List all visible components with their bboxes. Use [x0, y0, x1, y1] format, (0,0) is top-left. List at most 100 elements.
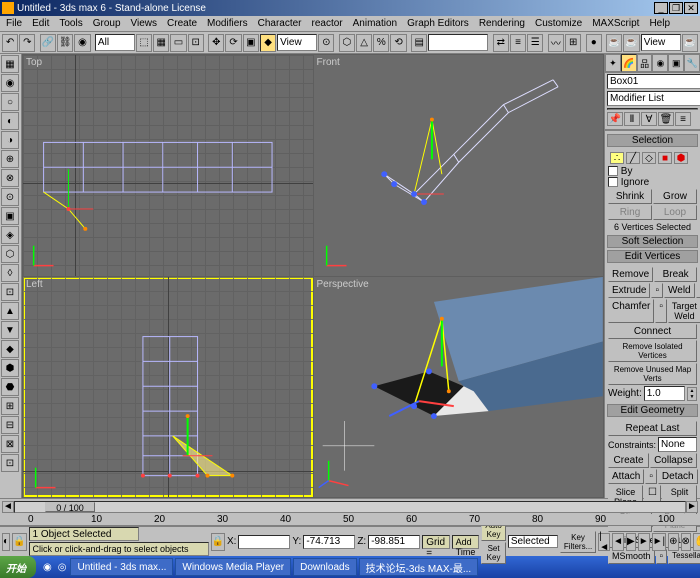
reactor-tool-22[interactable]: ⊡ [1, 454, 19, 472]
remove-isolated-button[interactable]: Remove Isolated Vertices [608, 340, 697, 362]
align-button[interactable]: ≡ [510, 34, 526, 52]
menu-grapheditors[interactable]: Graph Editors [403, 18, 473, 29]
center-button[interactable]: ⊙ [318, 34, 334, 52]
render-scene-button[interactable]: ☕ [606, 34, 622, 52]
menu-help[interactable]: Help [645, 18, 674, 29]
lock-icon[interactable]: 🔒 [211, 533, 225, 551]
menu-modifiers[interactable]: Modifiers [203, 18, 252, 29]
layers-button[interactable]: ☰ [527, 34, 543, 52]
viewport-top[interactable]: Top [23, 55, 313, 276]
reactor-tool-8[interactable]: ⊙ [1, 188, 19, 206]
reactor-tool-11[interactable]: ⬡ [1, 245, 19, 263]
create-button[interactable]: Create [608, 453, 649, 468]
menu-views[interactable]: Views [127, 18, 162, 29]
select-name-button[interactable]: ▦ [153, 34, 169, 52]
reactor-tool-1[interactable]: ▦ [1, 55, 19, 73]
named-selection-set[interactable] [428, 34, 488, 51]
repeat-last-button[interactable]: Repeat Last [608, 421, 697, 436]
coord-z-input[interactable] [368, 535, 420, 549]
tab-display[interactable]: ▣ [668, 54, 684, 72]
reactor-tool-5[interactable]: ◑ [1, 131, 19, 149]
quick-render-button[interactable]: ☕ [623, 34, 639, 52]
weight-spinner[interactable] [644, 386, 685, 401]
shrink-button[interactable]: Shrink [608, 189, 652, 204]
menu-edit[interactable]: Edit [28, 18, 53, 29]
weld-button[interactable]: Weld [664, 283, 695, 298]
time-slider[interactable]: ◄ 0 / 100 ► [0, 498, 700, 514]
chamfer-button[interactable]: Chamfer [608, 299, 654, 323]
menu-rendering[interactable]: Rendering [475, 18, 529, 29]
reactor-tool-20[interactable]: ⊟ [1, 416, 19, 434]
curve-editor-button[interactable]: 〰 [548, 34, 564, 52]
ignore-backfacing-checkbox[interactable] [608, 177, 618, 187]
extrude-settings-button[interactable]: ▫ [651, 283, 663, 298]
reactor-tool-2[interactable]: ◉ [1, 74, 19, 92]
maxscript-listener-button[interactable]: ◐ [2, 533, 10, 551]
lock-selection-button[interactable]: 🔒 [12, 533, 26, 551]
reactor-tool-16[interactable]: ◆ [1, 340, 19, 358]
select-region-button[interactable]: ▭ [170, 34, 186, 52]
taskbar-item-forum[interactable]: 技术论坛-3ds MAX-最... [359, 558, 479, 576]
menu-tools[interactable]: Tools [55, 18, 86, 29]
time-next-button[interactable]: ► [686, 501, 698, 513]
modifier-stack[interactable]: Editable Poly Vertex Edge Border Polygon… [607, 108, 698, 110]
render-button[interactable]: ☕ [682, 34, 698, 52]
close-button[interactable]: ✕ [684, 2, 698, 14]
named-sets-button[interactable]: ▤ [411, 34, 427, 52]
tab-motion[interactable]: ◉ [652, 54, 668, 72]
viewport-left[interactable]: Left [23, 277, 313, 498]
rollout-soft-selection[interactable]: Soft Selection [607, 235, 698, 248]
add-time-tag[interactable]: Add Time Tag [452, 535, 480, 549]
reactor-tool-3[interactable]: ○ [1, 93, 19, 111]
percent-snap-button[interactable]: % [373, 34, 389, 52]
reactor-tool-15[interactable]: ▼ [1, 321, 19, 339]
pin-stack-button[interactable]: 📌 [607, 112, 623, 126]
start-button[interactable]: 开始 [0, 556, 36, 578]
tab-hierarchy[interactable]: 品 [637, 54, 653, 72]
tab-modify[interactable]: 🌈 [621, 54, 637, 72]
rollout-edit-geometry[interactable]: Edit Geometry [607, 404, 698, 417]
unique-button[interactable]: ∀ [641, 112, 657, 126]
manipulate-button[interactable]: ◆ [260, 34, 276, 52]
scale-button[interactable]: ▣ [243, 34, 259, 52]
rotate-button[interactable]: ⟳ [225, 34, 241, 52]
angle-snap-button[interactable]: △ [356, 34, 372, 52]
reactor-tool-6[interactable]: ⊕ [1, 150, 19, 168]
reactor-tool-10[interactable]: ◈ [1, 226, 19, 244]
maximize-button[interactable]: ❐ [669, 2, 683, 14]
viewport-nav-1[interactable]: ⊕ [668, 533, 678, 551]
subobj-element-icon[interactable]: ⬢ [674, 152, 688, 164]
key-filters-button[interactable]: Key Filters... [560, 531, 596, 553]
mirror-button[interactable]: ⇄ [493, 34, 509, 52]
attach-button[interactable]: Attach [608, 469, 644, 484]
selection-filter[interactable] [95, 34, 135, 51]
reactor-tool-17[interactable]: ⬢ [1, 359, 19, 377]
material-editor-button[interactable]: ● [586, 34, 602, 52]
reactor-tool-7[interactable]: ⊗ [1, 169, 19, 187]
select-button[interactable]: ⬚ [136, 34, 152, 52]
msmooth-settings-button[interactable]: ▫ [656, 549, 668, 564]
quick-launch-icon[interactable]: ◎ [55, 562, 70, 573]
render-preset[interactable] [641, 34, 681, 51]
detach-button[interactable]: Detach [658, 469, 698, 484]
rollout-edit-vertices[interactable]: Edit Vertices [607, 250, 698, 263]
viewport-nav-3[interactable]: ✋ [693, 533, 700, 551]
constraints-dropdown[interactable] [658, 437, 697, 452]
collapse-button[interactable]: Collapse [650, 453, 697, 468]
move-button[interactable]: ✥ [208, 34, 224, 52]
minimize-button[interactable]: _ [654, 2, 668, 14]
weld-settings-button[interactable]: ▫ [696, 283, 700, 298]
play-next-button[interactable]: ► [638, 533, 650, 551]
play-start-button[interactable]: |◄ [598, 533, 610, 551]
configure-button[interactable]: ≡ [675, 112, 691, 126]
play-button[interactable]: ▶ [626, 533, 636, 551]
extrude-button[interactable]: Extrude [608, 283, 650, 298]
object-name-field[interactable] [607, 74, 700, 89]
reactor-tool-18[interactable]: ⬣ [1, 378, 19, 396]
subobj-vertex-icon[interactable]: ∴ [610, 152, 624, 164]
subobj-edge-icon[interactable]: ╱ [626, 152, 640, 164]
set-key-button[interactable]: Set Key [481, 542, 505, 564]
rollout-selection[interactable]: Selection [607, 134, 698, 147]
redo-button[interactable]: ↷ [19, 34, 35, 52]
remove-button[interactable]: Remove [608, 267, 653, 282]
